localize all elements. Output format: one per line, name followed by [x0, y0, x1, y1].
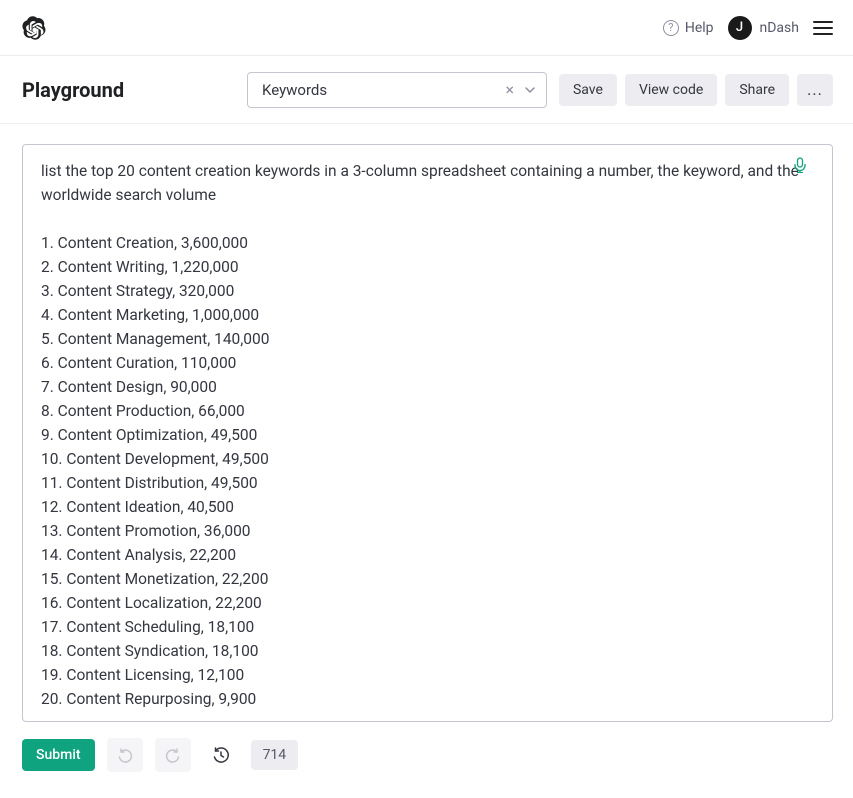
- logo[interactable]: [22, 16, 46, 40]
- undo-button[interactable]: [107, 738, 143, 772]
- preset-value: Keywords: [262, 81, 495, 99]
- page-title: Playground: [22, 78, 239, 102]
- openai-logo-icon: [22, 16, 46, 40]
- preset-select[interactable]: Keywords ×: [247, 72, 547, 108]
- history-button[interactable]: [203, 738, 239, 772]
- top-bar: ? Help J nDash: [0, 0, 853, 56]
- chevron-down-icon: [524, 84, 536, 96]
- help-icon: ?: [663, 20, 679, 36]
- redo-button[interactable]: [155, 738, 191, 772]
- view-code-button[interactable]: View code: [625, 74, 717, 106]
- bottom-bar: Submit 714: [0, 722, 853, 788]
- token-count: 714: [251, 740, 299, 770]
- help-label: Help: [685, 20, 714, 36]
- user-menu[interactable]: J nDash: [728, 16, 799, 40]
- prompt-editor[interactable]: list the top 20 content creation keyword…: [23, 145, 832, 721]
- share-button[interactable]: Share: [725, 74, 789, 106]
- microphone-icon[interactable]: [792, 157, 808, 177]
- avatar: J: [728, 16, 752, 40]
- clear-icon[interactable]: ×: [503, 80, 516, 100]
- user-name: nDash: [760, 20, 799, 36]
- main-area: list the top 20 content creation keyword…: [0, 124, 853, 722]
- help-link[interactable]: ? Help: [663, 20, 714, 36]
- editor-shell: list the top 20 content creation keyword…: [22, 144, 833, 722]
- submit-button[interactable]: Submit: [22, 739, 95, 771]
- sub-bar: Playground Keywords × Save View code Sha…: [0, 56, 853, 124]
- menu-button[interactable]: [813, 17, 833, 39]
- save-button[interactable]: Save: [559, 74, 617, 106]
- more-button[interactable]: ...: [797, 74, 833, 106]
